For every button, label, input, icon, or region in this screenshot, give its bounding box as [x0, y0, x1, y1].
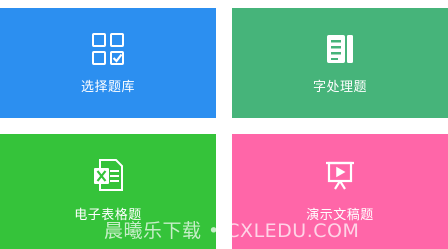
tile-choice-questions[interactable]: 选择题库	[0, 8, 216, 118]
checkbox-grid-icon	[91, 32, 125, 66]
presentation-icon	[323, 158, 357, 192]
watermark-text: 晨曦乐下载 • CXLEDU.COM	[104, 220, 360, 242]
excel-icon	[91, 158, 125, 192]
tile-label: 选择题库	[80, 80, 135, 95]
tile-word-processing[interactable]: 字处理题	[232, 8, 448, 118]
word-document-icon	[323, 32, 357, 66]
tile-label: 字处理题	[312, 80, 367, 95]
